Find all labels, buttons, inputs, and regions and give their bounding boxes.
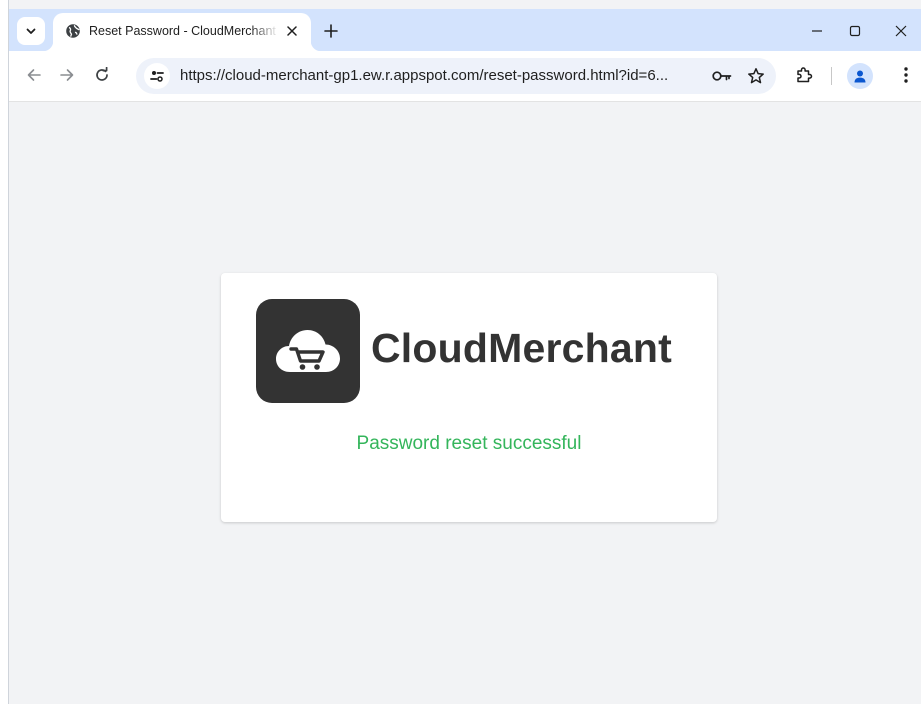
maximize-button[interactable]	[841, 17, 869, 45]
reset-result-card: CloudMerchant Password reset successful	[221, 273, 717, 522]
address-bar[interactable]: https://cloud-merchant-gp1.ew.r.appspot.…	[136, 58, 776, 94]
browser-window: Reset Password - CloudMerchant https://c…	[0, 0, 921, 704]
star-icon	[748, 68, 764, 84]
close-window-button[interactable]	[887, 17, 915, 45]
tab-search-button[interactable]	[17, 17, 45, 45]
cloud-cart-icon	[276, 330, 340, 372]
menu-button[interactable]	[893, 62, 919, 88]
site-info-button[interactable]	[144, 63, 170, 89]
tab-title: Reset Password - CloudMerchant	[89, 24, 276, 38]
globe-icon	[66, 24, 80, 38]
tab-strip: Reset Password - CloudMerchant	[9, 9, 921, 51]
close-icon	[895, 25, 907, 37]
person-icon	[854, 70, 866, 83]
tune-icon	[150, 71, 164, 82]
more-vertical-icon	[904, 67, 908, 83]
plus-icon	[324, 24, 338, 38]
bookmark-button[interactable]	[744, 64, 768, 88]
tab-close-button[interactable]	[283, 22, 301, 40]
tab-reset-password[interactable]: Reset Password - CloudMerchant	[43, 13, 321, 51]
url-text[interactable]: https://cloud-merchant-gp1.ew.r.appspot.…	[180, 67, 700, 84]
password-manager-button[interactable]	[710, 64, 734, 88]
minimize-icon	[812, 30, 822, 32]
chevron-down-icon	[26, 28, 36, 34]
new-tab-button[interactable]	[319, 19, 343, 43]
maximize-icon	[849, 25, 861, 37]
profile-button[interactable]	[847, 63, 873, 89]
key-icon	[712, 71, 732, 81]
minimize-button[interactable]	[803, 17, 831, 45]
brand-name: CloudMerchant	[371, 325, 672, 371]
reload-icon	[96, 67, 108, 81]
toolbar-divider	[831, 67, 832, 85]
back-arrow-icon	[27, 69, 41, 81]
forward-button[interactable]	[54, 62, 80, 88]
browser-toolbar: https://cloud-merchant-gp1.ew.r.appspot.…	[9, 51, 921, 102]
forward-arrow-icon	[60, 69, 74, 81]
status-message: Password reset successful	[356, 433, 582, 454]
reload-button[interactable]	[89, 62, 115, 88]
logo	[256, 299, 360, 403]
window-left-edge	[0, 0, 9, 704]
extensions-button[interactable]	[791, 62, 817, 88]
close-icon	[287, 26, 297, 36]
page-content: CloudMerchant Password reset successful	[9, 102, 921, 704]
back-button[interactable]	[21, 62, 47, 88]
puzzle-icon	[797, 67, 813, 83]
